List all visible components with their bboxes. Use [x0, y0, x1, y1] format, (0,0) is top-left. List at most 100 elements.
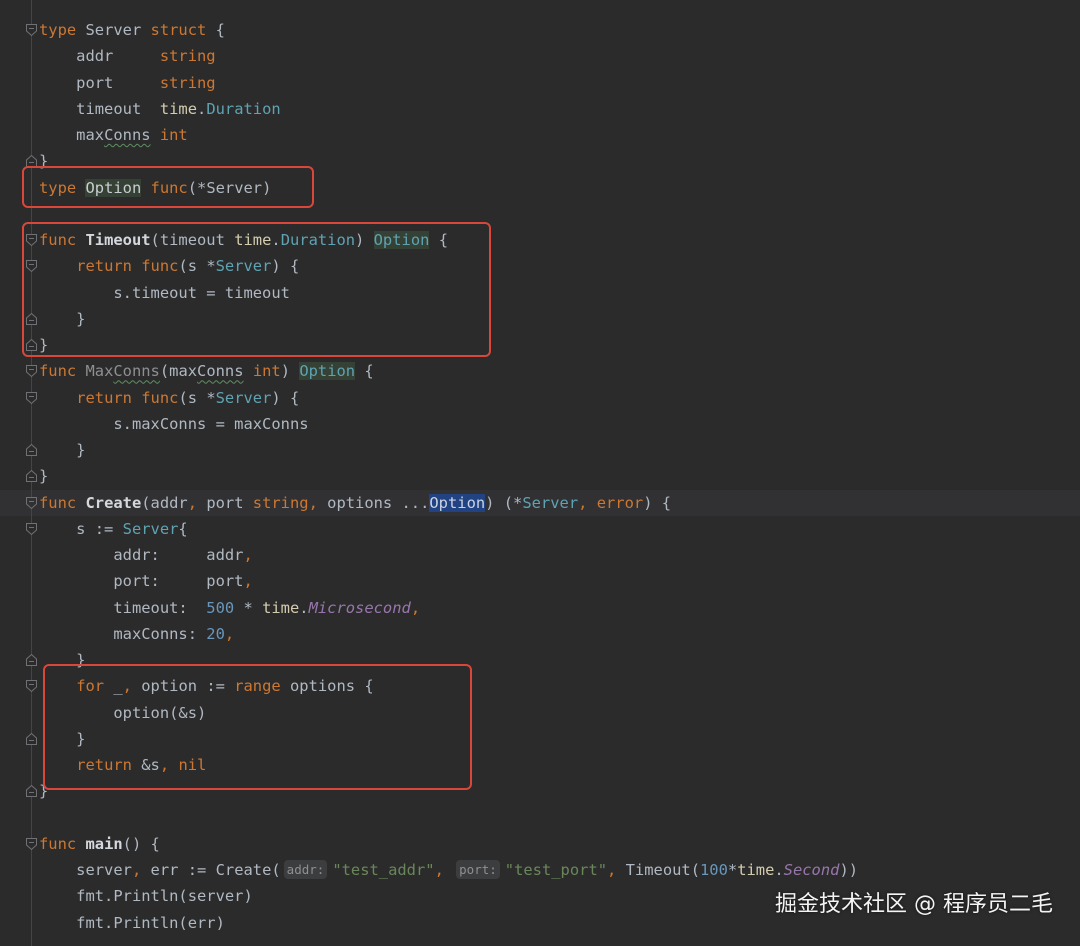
- code-token[interactable]: [151, 126, 160, 144]
- code-token[interactable]: maxConns:: [39, 625, 206, 643]
- code-token[interactable]: struct: [151, 21, 207, 39]
- code-token[interactable]: Conns: [104, 126, 150, 144]
- code-token[interactable]: return: [76, 389, 132, 407]
- code-token[interactable]: string: [160, 74, 216, 92]
- code-token[interactable]: [444, 861, 453, 879]
- code-token[interactable]: s :=: [39, 520, 123, 538]
- code-token[interactable]: port: [39, 74, 160, 92]
- code-token[interactable]: ,: [309, 494, 318, 512]
- code-token[interactable]: )): [839, 861, 858, 879]
- code-token[interactable]: [244, 362, 253, 380]
- code-token[interactable]: fmt.Println(err): [39, 914, 225, 932]
- code-token[interactable]: max: [39, 126, 104, 144]
- code-token[interactable]: Server: [522, 494, 578, 512]
- code-token[interactable]: [132, 389, 141, 407]
- code-token[interactable]: () {: [123, 835, 160, 853]
- fold-start-icon[interactable]: [26, 680, 37, 693]
- code-token[interactable]: Conns: [197, 362, 243, 380]
- code-token[interactable]: type: [39, 21, 76, 39]
- code-token[interactable]: port: [197, 494, 253, 512]
- code-token[interactable]: server: [39, 861, 132, 879]
- code-token[interactable]: Duration: [206, 100, 280, 118]
- code-line[interactable]: maxConns: 20,: [0, 621, 1080, 647]
- code-line[interactable]: addr string: [0, 43, 1080, 69]
- code-token[interactable]: time: [160, 100, 197, 118]
- code-editor[interactable]: type Server struct { addr string port st…: [0, 0, 1080, 946]
- editor-gutter[interactable]: [0, 0, 40, 946]
- code-token[interactable]: *: [728, 861, 737, 879]
- code-token[interactable]: Server: [216, 389, 272, 407]
- fold-start-icon[interactable]: [26, 496, 37, 509]
- code-token[interactable]: ,: [411, 599, 420, 617]
- code-token[interactable]: Server: [76, 21, 150, 39]
- code-token[interactable]: ,: [578, 494, 587, 512]
- code-token[interactable]: .: [299, 599, 308, 617]
- code-token[interactable]: ): [281, 362, 300, 380]
- code-token[interactable]: err := Create(: [141, 861, 281, 879]
- code-line[interactable]: port string: [0, 70, 1080, 96]
- code-token[interactable]: time: [262, 599, 299, 617]
- fold-end-icon[interactable]: [26, 443, 37, 456]
- code-token[interactable]: error: [597, 494, 643, 512]
- code-token[interactable]: func: [39, 835, 76, 853]
- code-token[interactable]: (addr: [141, 494, 187, 512]
- code-token[interactable]: Conns: [113, 362, 159, 380]
- code-token[interactable]: Server: [123, 520, 179, 538]
- code-token[interactable]: *: [234, 599, 262, 617]
- code-line[interactable]: timeout time.Duration: [0, 96, 1080, 122]
- code-token[interactable]: ) {: [271, 389, 299, 407]
- code-token[interactable]: {: [206, 21, 225, 39]
- code-line[interactable]: maxConns int: [0, 122, 1080, 148]
- code-token[interactable]: ,: [188, 494, 197, 512]
- fold-start-icon[interactable]: [26, 24, 37, 37]
- code-token[interactable]: 20: [206, 625, 225, 643]
- code-token[interactable]: (s *: [178, 389, 215, 407]
- code-token[interactable]: {: [178, 520, 187, 538]
- code-line[interactable]: timeout: 500 * time.Microsecond,: [0, 595, 1080, 621]
- code-line[interactable]: port: port,: [0, 568, 1080, 594]
- code-token[interactable]: ,: [243, 546, 252, 564]
- code-line[interactable]: }: [0, 437, 1080, 463]
- code-token[interactable]: addr: [39, 47, 160, 65]
- code-token[interactable]: timeout: [39, 100, 160, 118]
- code-token[interactable]: port: port: [39, 572, 243, 590]
- code-line[interactable]: }: [0, 463, 1080, 489]
- fold-start-icon[interactable]: [26, 837, 37, 850]
- fold-end-icon[interactable]: [26, 653, 37, 666]
- code-token[interactable]: Timeout(: [616, 861, 700, 879]
- code-area[interactable]: type Server struct { addr string port st…: [0, 17, 1080, 936]
- code-token[interactable]: "test_addr": [332, 861, 434, 879]
- code-token[interactable]: addr: addr: [39, 546, 243, 564]
- code-token[interactable]: main: [85, 835, 122, 853]
- code-token[interactable]: [39, 389, 76, 407]
- code-token[interactable]: 100: [700, 861, 728, 879]
- code-token[interactable]: "test_port": [505, 861, 607, 879]
- code-line[interactable]: server, err := Create(addr: "test_addr", …: [0, 857, 1080, 883]
- code-token[interactable]: string: [253, 494, 309, 512]
- code-token[interactable]: Max: [85, 362, 113, 380]
- code-token[interactable]: int: [160, 126, 188, 144]
- code-token[interactable]: func: [39, 494, 76, 512]
- code-token[interactable]: ,: [243, 572, 252, 590]
- code-token[interactable]: 500: [206, 599, 234, 617]
- code-token[interactable]: ,: [132, 861, 141, 879]
- code-token[interactable]: }: [39, 441, 85, 459]
- code-line[interactable]: addr: addr,: [0, 542, 1080, 568]
- code-token[interactable]: ) (*: [485, 494, 522, 512]
- code-token[interactable]: timeout:: [39, 599, 206, 617]
- code-token[interactable]: int: [253, 362, 281, 380]
- code-line-current[interactable]: func Create(addr, port string, options .…: [0, 489, 1080, 516]
- code-token[interactable]: Option: [429, 493, 486, 512]
- code-token[interactable]: Microsecond: [309, 599, 411, 617]
- code-line[interactable]: func main() {: [0, 831, 1080, 857]
- code-line[interactable]: [0, 805, 1080, 831]
- code-token[interactable]: }: [39, 467, 48, 485]
- fold-end-icon[interactable]: [26, 470, 37, 483]
- fold-start-icon[interactable]: [26, 391, 37, 404]
- code-token[interactable]: options ...: [318, 494, 429, 512]
- code-token[interactable]: (max: [160, 362, 197, 380]
- code-token[interactable]: ) {: [643, 494, 671, 512]
- fold-start-icon[interactable]: [26, 365, 37, 378]
- fold-start-icon[interactable]: [26, 522, 37, 535]
- code-line[interactable]: return func(s *Server) {: [0, 385, 1080, 411]
